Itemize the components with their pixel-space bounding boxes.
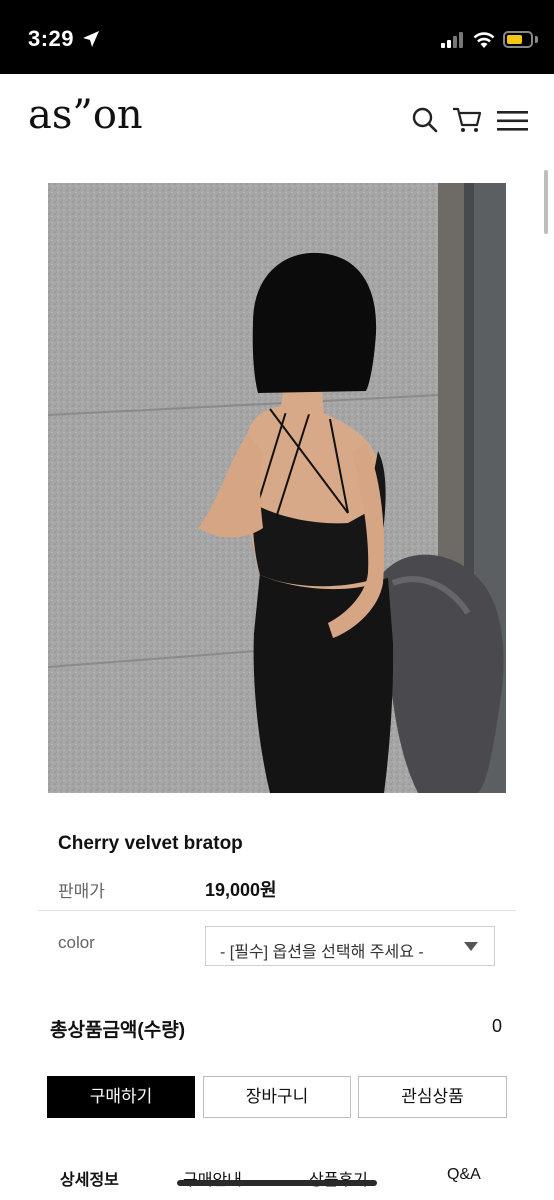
color-option-select[interactable]: - [필수] 옵션을 선택해 주세요 - (205, 926, 495, 966)
tab-purchase-guide[interactable]: 구매안내 (183, 1166, 242, 1190)
home-indicator[interactable] (177, 1180, 377, 1186)
battery-tip (535, 36, 538, 43)
add-to-cart-button[interactable]: 장바구니 (203, 1076, 351, 1118)
battery-level (507, 35, 523, 44)
cellular-signal-icon (441, 32, 463, 48)
battery-icon (503, 31, 533, 48)
site-header: as”on (0, 74, 554, 164)
product-name: Cherry velvet bratop (58, 833, 243, 854)
page-scrollbar[interactable] (544, 170, 548, 234)
product-price: 19,000원 (205, 880, 277, 900)
cart-icon[interactable] (452, 106, 482, 134)
product-photo[interactable] (48, 183, 506, 793)
total-price-value: 0 (492, 1016, 503, 1036)
brand-logo[interactable]: as”on (28, 92, 143, 138)
price-label: 판매가 (58, 882, 105, 901)
buy-now-button[interactable]: 구매하기 (47, 1076, 195, 1118)
tab-detail-info[interactable]: 상세정보 (60, 1166, 119, 1190)
divider (38, 910, 516, 911)
color-label: color (58, 933, 95, 952)
menu-icon[interactable] (497, 111, 528, 131)
wifi-icon (473, 32, 495, 48)
search-icon[interactable] (411, 106, 439, 134)
dropdown-arrow-icon (464, 942, 478, 951)
status-time: 3:29 (28, 26, 75, 51)
tab-reviews[interactable]: 상품후기 (309, 1166, 368, 1190)
total-price-label: 총상품금액(수량) (50, 1020, 186, 1041)
location-arrow-icon (83, 31, 99, 47)
color-option-value: - [필수] 옵션을 선택해 주세요 - (220, 944, 424, 961)
wishlist-button[interactable]: 관심상품 (358, 1076, 507, 1118)
tab-qna[interactable]: Q&A (447, 1166, 481, 1184)
product-photo-illustration (48, 183, 506, 793)
status-bar: 3:29 (0, 0, 554, 74)
